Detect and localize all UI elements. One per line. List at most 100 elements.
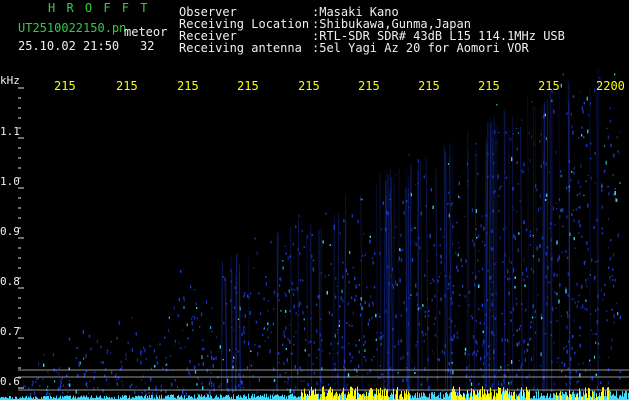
signal-speck [513,208,515,211]
signal-speck [233,356,235,359]
signal-speck [457,269,459,272]
baseline-bar [50,395,51,400]
signal-speck [35,381,37,383]
signal-speck [608,356,610,359]
signal-speck [575,208,577,211]
baseline-burst [586,393,587,400]
signal-speck [413,241,416,243]
baseline-burst [527,390,528,400]
signal-speck [531,316,534,319]
signal-speck [394,345,396,348]
baseline-bar [419,393,420,400]
signal-speck [382,334,384,338]
signal-speck [247,294,249,298]
baseline-bar [407,394,408,400]
signal-speck [371,257,374,260]
signal-speck [131,348,133,352]
signal-speck [555,150,557,154]
signal-speck [574,301,576,305]
signal-speck [452,291,454,294]
signal-speck [601,188,603,193]
signal-speck [299,279,302,282]
signal-speck [131,383,133,386]
signal-speck [477,172,479,175]
baseline-bar [64,396,65,400]
signal-speck [578,91,580,93]
signal-speck [557,258,559,262]
signal-speck [614,191,616,196]
signal-speck [523,171,525,174]
signal-speck [196,317,198,320]
baseline-bar [436,396,437,400]
signal-speck [267,328,269,331]
signal-speck [583,307,586,310]
signal-streak [332,213,335,393]
baseline-bar [180,396,181,400]
baseline-bar [35,396,36,400]
signal-speck [209,390,211,395]
baseline-burst [386,390,387,400]
signal-speck [287,256,289,260]
baseline-burst [368,395,369,400]
signal-speck [447,191,450,194]
signal-speck [282,260,284,262]
signal-streak [383,180,387,393]
baseline-burst [339,393,340,400]
signal-speck [516,161,518,165]
baseline-bar [288,395,289,400]
signal-speck [511,360,513,364]
signal-speck [206,368,208,373]
signal-speck [609,258,611,261]
time-tick: 215 [298,79,320,93]
signal-speck [594,182,596,184]
signal-speck [499,186,501,190]
signal-speck [211,355,213,360]
baseline-burst [454,389,455,400]
signal-speck [530,267,533,271]
signal-speck [372,302,374,307]
baseline-bar [145,394,146,400]
signal-speck [342,299,344,303]
signal-speck [31,392,33,395]
baseline-bar [210,394,211,400]
signal-speck [67,383,70,386]
signal-streak [494,121,497,393]
signal-speck [357,220,359,224]
baseline-bar [170,394,171,400]
signal-speck [122,384,124,387]
baseline-bar [472,396,473,400]
signal-speck [307,234,309,236]
signal-streak [389,169,391,393]
baseline-bar [298,396,299,400]
signal-speck [593,355,596,359]
signal-speck [453,334,455,339]
signal-speck [563,363,565,367]
signal-speck [479,322,481,325]
baseline-bar [194,394,195,400]
signal-speck [384,380,386,382]
signal-speck [202,339,204,342]
signal-speck [561,370,563,373]
signal-speck [606,319,608,322]
baseline-bar [449,395,450,400]
baseline-burst [529,389,530,400]
signal-speck [346,383,348,387]
signal-speck [396,283,398,286]
baseline-bar [377,395,378,400]
signal-speck [583,136,585,139]
signal-speck [358,284,360,286]
signal-speck [118,320,120,325]
signal-speck [136,358,139,362]
signal-speck [529,234,531,237]
signal-speck [607,381,609,385]
signal-speck [329,352,331,355]
baseline-burst [314,394,315,400]
signal-speck [194,289,196,291]
signal-speck [328,383,330,386]
signal-speck [86,386,89,388]
baseline-bar [277,394,278,400]
signal-speck [267,300,269,302]
signal-speck [325,391,327,395]
signal-speck [202,386,204,390]
signal-speck [321,381,324,384]
